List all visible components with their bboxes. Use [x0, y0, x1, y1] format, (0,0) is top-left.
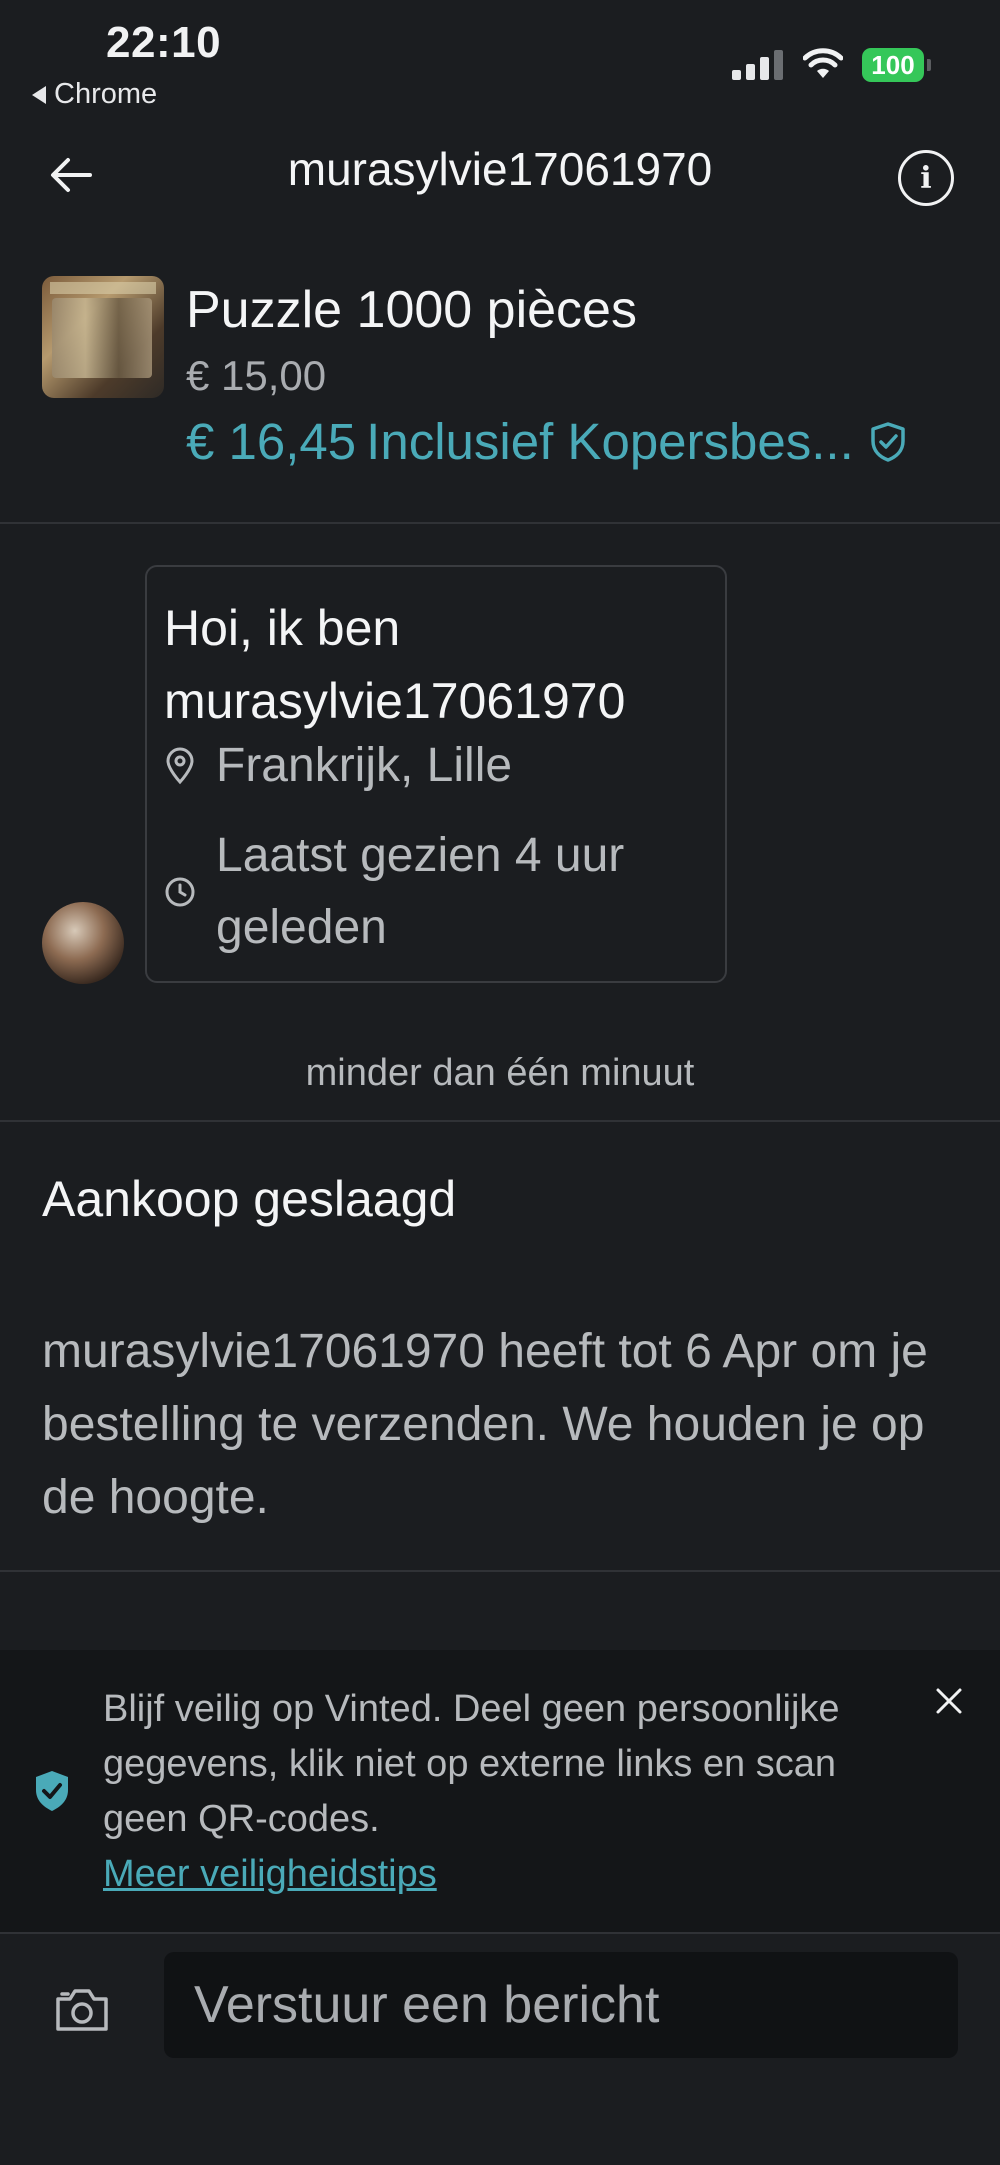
seller-location: Frankrijk, Lille — [216, 739, 513, 792]
battery-indicator: 100 — [862, 48, 931, 82]
header-divider — [0, 522, 1000, 524]
safety-tips-link[interactable]: Meer veiligheidstips — [103, 1853, 437, 1895]
product-title[interactable]: Puzzle 1000 pièces — [186, 280, 637, 340]
product-price: € 15,00 — [186, 352, 327, 399]
purchase-status-title: Aankoop geslaagd — [42, 1171, 457, 1227]
safety-message: Blijf veilig op Vinted. Deel geen persoo… — [103, 1688, 840, 1840]
purchase-divider — [0, 1570, 1000, 1572]
back-triangle-icon — [32, 85, 46, 104]
avatar[interactable] — [42, 902, 124, 984]
composer-divider — [0, 1932, 1000, 1934]
shield-check-icon — [871, 421, 905, 462]
back-to-app-link[interactable]: Chrome — [32, 78, 157, 111]
seller-location-row: Frankrijk, Lille — [164, 738, 512, 793]
wifi-icon — [803, 48, 843, 78]
clock-icon — [165, 877, 195, 907]
camera-icon[interactable] — [52, 1985, 112, 2035]
safety-banner-text: Blijf veilig op Vinted. Deel geen persoo… — [103, 1682, 923, 1902]
close-icon[interactable] — [934, 1686, 964, 1716]
seller-last-seen: Laatst gezien 4 uur geleden — [216, 829, 625, 954]
shield-check-icon — [36, 1771, 68, 1811]
message-input-placeholder: Verstuur een bericht — [194, 1976, 660, 2034]
seller-last-seen-row: Laatst gezien 4 uur geleden — [164, 820, 716, 964]
info-icon[interactable]: i — [898, 150, 954, 206]
product-total-price: € 16,45 — [186, 413, 357, 470]
product-thumbnail[interactable] — [42, 276, 164, 398]
purchase-status-text: murasylvie17061970 heeft tot 6 Apr om je… — [42, 1325, 928, 1524]
timestamp-divider — [0, 1120, 1000, 1122]
battery-level: 100 — [862, 48, 924, 82]
location-pin-icon — [166, 747, 194, 784]
message-timestamp: minder dan één minuut — [305, 1052, 695, 1094]
message-input[interactable]: Verstuur een bericht — [164, 1952, 958, 2058]
back-app-label: Chrome — [54, 78, 158, 110]
buyer-protection-note: Inclusief Kopersbes... — [366, 413, 854, 470]
seller-intro-title: Hoi, ik ben murasylvie17061970 — [164, 600, 626, 729]
product-total-row[interactable]: € 16,45 Inclusief Kopersbes... — [186, 412, 908, 471]
cellular-signal-icon — [732, 50, 783, 80]
status-time: 22:10 — [106, 18, 222, 67]
conversation-title: murasylvie17061970 — [287, 143, 713, 195]
